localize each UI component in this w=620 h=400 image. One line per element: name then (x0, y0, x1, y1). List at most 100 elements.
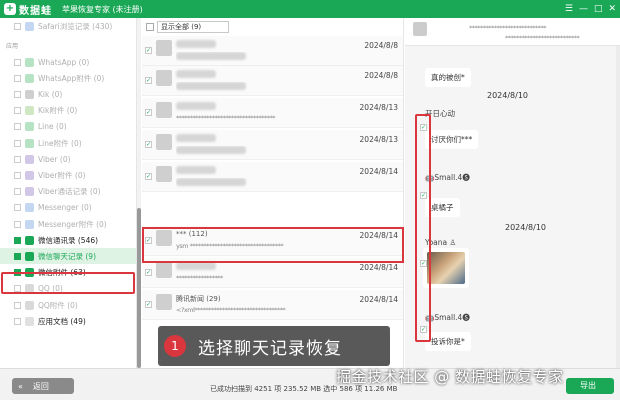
conversation-title (176, 70, 216, 80)
title-bar: + 数据蛙 苹果恢复专家 (未注册) ☰ — □ ✕ (0, 0, 620, 18)
conversation-preview (176, 146, 396, 156)
checkbox[interactable] (14, 171, 21, 179)
checkbox[interactable] (14, 139, 21, 147)
sidebar-item[interactable]: WhatsApp (0) (0, 54, 136, 70)
conversation-preview: <?xml********************************* (176, 306, 286, 314)
message-checkbox[interactable]: ✓ (420, 326, 427, 333)
conversation-row[interactable]: ✓ 2024/8/14 (142, 162, 403, 192)
filter-bar: 显示全部 (9) (146, 20, 229, 33)
chat-sender: 🤖Small.4🅢 (425, 173, 470, 182)
close-icon[interactable]: ✕ (608, 2, 616, 16)
watermark-text: 掘金技术社区 @ 数据蛙恢复专家 (336, 368, 564, 386)
sidebar-item[interactable]: Messenger附件 (0) (0, 216, 136, 232)
checkbox[interactable] (14, 123, 21, 131)
checkbox[interactable] (14, 236, 21, 244)
sidebar-item-label: Kik附件 (0) (38, 106, 78, 116)
app-icon (25, 138, 34, 148)
sidebar-item-label: 微信聊天记录 (9) (38, 251, 97, 261)
conversation-checkbox[interactable]: ✓ (145, 77, 152, 84)
sidebar-item[interactable]: Viber (0) (0, 151, 136, 167)
conversation-checkbox[interactable]: ✓ (145, 47, 152, 54)
checkbox[interactable] (14, 58, 21, 66)
sidebar-item[interactable]: Viber通话记录 (0) (0, 184, 136, 200)
message-checkbox[interactable]: ✓ (420, 124, 427, 131)
category-sidebar: Safari浏览记录 (430) 应用 WhatsApp (0) WhatsApp… (0, 18, 137, 368)
checkbox[interactable] (14, 22, 21, 30)
app-subtitle: 苹果恢复专家 (未注册) (62, 4, 143, 14)
menu-icon[interactable]: ☰ (565, 2, 573, 16)
maximize-icon[interactable]: □ (594, 2, 603, 16)
back-button[interactable]: « 返回 (12, 378, 74, 394)
minimize-icon[interactable]: — (579, 2, 588, 16)
checkbox[interactable] (14, 188, 21, 196)
message-checkbox[interactable]: ✓ (420, 192, 427, 199)
sidebar-item[interactable]: Kik (0) (0, 86, 136, 102)
checkbox[interactable] (14, 90, 21, 98)
checkbox[interactable] (14, 107, 21, 115)
conversation-row[interactable]: ✓ 2024/8/8 (142, 66, 403, 96)
filter-select[interactable]: 显示全部 (9) (157, 20, 229, 33)
conversation-date: 2024/8/14 (359, 167, 398, 176)
sidebar-item-label: Messenger附件 (0) (38, 219, 107, 229)
conversation-checkbox[interactable]: ✓ (145, 269, 152, 276)
avatar (413, 22, 427, 36)
sidebar-item-label: WhatsApp (0) (38, 57, 90, 67)
sidebar-item[interactable]: 微信聊天记录 (9) (0, 248, 136, 265)
checkbox[interactable] (14, 220, 21, 228)
checkbox[interactable] (14, 252, 21, 260)
sidebar-item-label: QQ附件 (0) (38, 300, 78, 310)
conversation-row[interactable]: ✓ 腾讯新闻 (29) 2024/8/14 <?xml****************… (142, 290, 403, 320)
conversation-title (176, 40, 216, 50)
conversation-preview (176, 82, 396, 92)
window-controls: ☰ — □ ✕ (565, 2, 616, 16)
sidebar-item-label: 微信通讯录 (546) (38, 235, 99, 245)
sidebar-item[interactable]: Messenger (0) (0, 200, 136, 216)
checkbox[interactable] (14, 317, 21, 325)
conversation-row[interactable]: ✓ 2024/8/13 ******************************… (142, 98, 403, 128)
conversation-row[interactable]: ✓ 2024/8/8 (142, 36, 403, 66)
avatar (156, 262, 172, 278)
chat-bubble: 真的被创* (425, 68, 471, 87)
conversation-title (176, 102, 216, 112)
sidebar-item-safari[interactable]: Safari浏览记录 (430) (0, 18, 136, 34)
app-logo: + 数据蛙 (4, 2, 52, 17)
export-button[interactable]: 导出 (566, 378, 614, 394)
chat-header: **************************** ***********… (405, 18, 620, 46)
checkbox[interactable] (14, 74, 21, 82)
sidebar-scrollbar[interactable] (137, 18, 141, 368)
sidebar-item-label: 应用文档 (49) (38, 316, 86, 326)
avatar (156, 134, 172, 150)
conversation-checkbox[interactable]: ✓ (145, 301, 152, 308)
conversation-row[interactable]: ✓ 2024/8/13 (142, 130, 403, 160)
conversation-checkbox[interactable]: ✓ (145, 109, 152, 116)
app-icon (25, 106, 34, 116)
conversation-checkbox[interactable]: ✓ (145, 173, 152, 180)
checkbox[interactable] (14, 155, 21, 163)
sidebar-item[interactable]: Line附件 (0) (0, 135, 136, 151)
sidebar-item[interactable]: QQ附件 (0) (0, 297, 136, 313)
conversation-checkbox[interactable]: ✓ (145, 141, 152, 148)
select-all-checkbox[interactable] (146, 22, 154, 31)
checkbox[interactable] (14, 204, 21, 212)
sidebar-item[interactable]: WhatsApp附件 (0) (0, 70, 136, 86)
sidebar-item[interactable]: Viber附件 (0) (0, 167, 136, 183)
conversation-date: 2024/8/8 (364, 71, 398, 80)
checkbox[interactable] (14, 301, 21, 309)
message-checkbox[interactable]: ✓ (420, 260, 427, 267)
conversation-title (176, 134, 216, 144)
sidebar-item[interactable]: Line (0) (0, 119, 136, 135)
sidebar-item[interactable]: 应用文档 (49) (0, 313, 136, 329)
step-callout: 1 选择聊天记录恢复 (158, 326, 390, 366)
step-number-badge: 1 (164, 335, 186, 357)
sidebar-item[interactable]: Kik附件 (0) (0, 103, 136, 119)
scroll-thumb[interactable] (137, 208, 141, 368)
conversation-date: 2024/8/13 (359, 135, 398, 144)
conversation-list: 显示全部 (9) ✓ 2024/8/8 ✓ 2024/8/8 ✓ 2024/8/13 ***… (142, 18, 404, 368)
chat-scrollbar[interactable] (616, 46, 620, 368)
sidebar-item-label: Line附件 (0) (38, 138, 82, 148)
avatar (156, 294, 172, 310)
conversation-title: 腾讯新闻 (29) (176, 295, 221, 303)
sidebar-item[interactable]: 微信通讯录 (546) (0, 232, 136, 248)
chat-date: 2024/8/10 (505, 223, 547, 232)
conversation-preview: ************************************ (176, 114, 276, 122)
